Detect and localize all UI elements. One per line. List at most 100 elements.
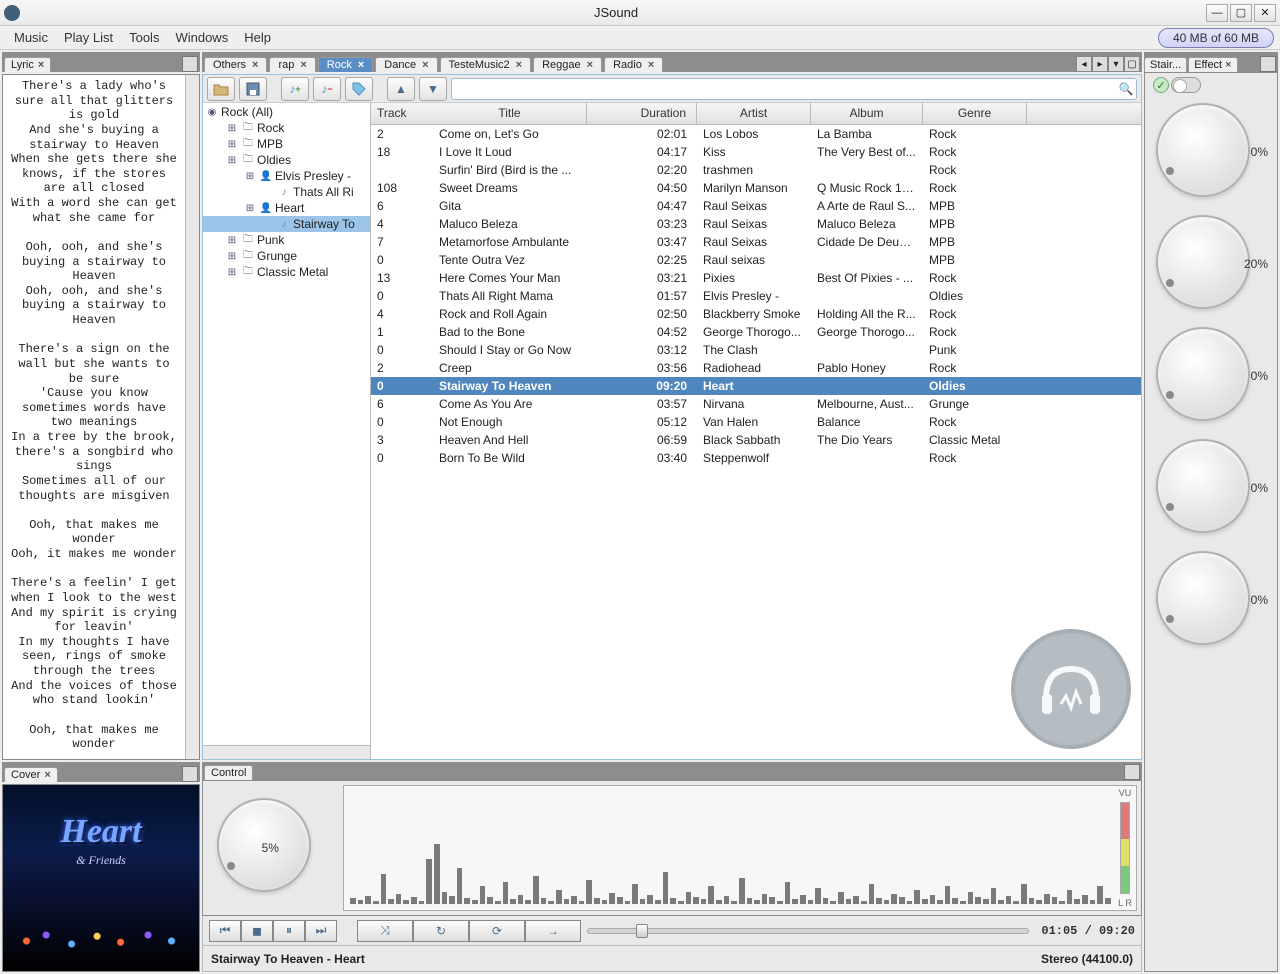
repeat-one-button[interactable]: ⟳ [469,920,525,942]
col-title[interactable]: Title [433,103,587,124]
table-row[interactable]: 1Bad to the Bone04:52George Thorogo...Ge… [371,323,1141,341]
table-row[interactable]: 3Heaven And Hell06:59Black SabbathThe Di… [371,431,1141,449]
close-button[interactable]: ✕ [1254,4,1276,22]
col-track[interactable]: Track [371,103,433,124]
col-duration[interactable]: Duration [587,103,697,124]
repeat-button[interactable]: ↻ [413,920,469,942]
tab-scroll-button[interactable]: ▸ [1092,56,1108,72]
table-row[interactable]: 0Not Enough05:12Van HalenBalanceRock [371,413,1141,431]
dock-toggle-icon[interactable] [182,766,198,782]
minimize-button[interactable]: — [1206,4,1228,22]
col-album[interactable]: Album [811,103,923,124]
move-up-button[interactable]: ▲ [387,77,415,101]
table-row[interactable]: 2Come on, Let's Go02:01Los LobosLa Bamba… [371,125,1141,143]
effects-switch[interactable] [1171,77,1201,93]
maximize-button[interactable]: ▢ [1230,4,1252,22]
close-icon[interactable]: × [516,59,522,71]
table-row[interactable]: 2Creep03:56RadioheadPablo HoneyRock [371,359,1141,377]
table-row[interactable]: 4Maluco Beleza03:23Raul SeixasMaluco Bel… [371,215,1141,233]
tab-rap[interactable]: rap× [269,57,315,72]
tab-scroll-button[interactable]: ▢ [1124,56,1140,72]
search-field[interactable]: 🔍 [451,78,1137,100]
cover-tab[interactable]: Cover × [4,767,58,782]
pause-button[interactable]: ⏸ [273,920,305,942]
effect-knob[interactable]: 0% [1152,433,1270,545]
close-icon[interactable]: × [1225,59,1231,71]
table-row[interactable]: 6Gita04:47Raul SeixasA Arte de Raul S...… [371,197,1141,215]
tree-node[interactable]: ⊞🗀Grunge [203,248,370,264]
close-icon[interactable]: × [587,59,593,71]
table-row[interactable]: 18I Love It Loud04:17KissThe Very Best o… [371,143,1141,161]
dock-toggle-icon[interactable] [1124,764,1140,780]
col-artist[interactable]: Artist [697,103,811,124]
menu-windows[interactable]: Windows [167,27,236,48]
expand-icon[interactable] [261,217,275,231]
effect-knob[interactable]: 0% [1152,321,1270,433]
effect-knob[interactable]: 20% [1152,209,1270,321]
dock-toggle-icon[interactable] [1260,56,1276,72]
next-button[interactable]: ⏭ [305,920,337,942]
expand-icon[interactable]: ⊞ [243,201,257,215]
tab-radio[interactable]: Radio× [604,57,663,72]
table-row[interactable]: 7Metamorfose Ambulante03:47Raul SeixasCi… [371,233,1141,251]
tree-node[interactable]: ♪Thats All Ri [203,184,370,200]
effects-enable-check[interactable]: ✓ [1153,77,1169,93]
tab-rock[interactable]: Rock× [318,57,374,72]
tab-testemusic2[interactable]: TesteMusic2× [440,57,532,72]
table-row[interactable]: Surfin' Bird (Bird is the ...02:20trashm… [371,161,1141,179]
stop-button[interactable]: ◼ [241,920,273,942]
tree-node[interactable]: ⊞🗀Classic Metal [203,264,370,280]
search-input[interactable] [452,80,1116,98]
menu-help[interactable]: Help [236,27,279,48]
effect-knob[interactable]: 0% [1152,545,1270,657]
tab-reggae[interactable]: Reggae× [533,57,602,72]
expand-icon[interactable]: ⊞ [225,265,239,279]
menu-tools[interactable]: Tools [121,27,167,48]
table-row[interactable]: 0Born To Be Wild03:40SteppenwolfRock [371,449,1141,467]
control-tab[interactable]: Control [204,765,253,780]
effect-tab[interactable]: Effect× [1188,57,1237,72]
lyric-tab[interactable]: Lyric × [4,57,51,72]
table-row[interactable]: 108Sweet Dreams04:50Marilyn MansonQ Musi… [371,179,1141,197]
progress-slider[interactable] [587,928,1029,934]
add-note-button[interactable]: ♪+ [281,77,309,101]
scrollbar[interactable] [185,75,199,759]
effect-knob[interactable]: 0% [1152,97,1270,209]
table-row[interactable]: 6Come As You Are03:57NirvanaMelbourne, A… [371,395,1141,413]
close-icon[interactable]: × [300,59,306,71]
tree-node[interactable]: ⊞🗀MPB [203,136,370,152]
dock-toggle-icon[interactable] [182,56,198,72]
expand-icon[interactable]: ⊞ [225,249,239,263]
close-icon[interactable]: × [38,59,44,71]
open-folder-button[interactable] [207,77,235,101]
expand-icon[interactable]: ⊞ [225,121,239,135]
expand-icon[interactable] [261,185,275,199]
tree-node[interactable]: ♪Stairway To [203,216,370,232]
tree-node[interactable]: ⊞🗀Punk [203,232,370,248]
close-icon[interactable]: × [44,769,50,781]
genre-tree[interactable]: ◉ Rock (All) ⊞🗀Rock⊞🗀MPB⊞🗀Oldies⊞👤Elvis … [203,103,371,759]
tab-scroll-button[interactable]: ▾ [1108,56,1124,72]
table-row[interactable]: 0Should I Stay or Go Now03:12The ClashPu… [371,341,1141,359]
table-row[interactable]: 4Rock and Roll Again02:50Blackberry Smok… [371,305,1141,323]
shuffle-button[interactable]: ⤨ [357,920,413,942]
close-icon[interactable]: × [648,59,654,71]
table-row[interactable]: 0Stairway To Heaven09:20HeartOldies [371,377,1141,395]
continue-button[interactable]: → [525,920,581,942]
remove-note-button[interactable]: ♪− [313,77,341,101]
lyric-text[interactable]: There's a lady who's sure all that glitt… [3,75,185,759]
scrollbar[interactable] [203,745,370,759]
volume-knob[interactable]: 5% [207,785,337,911]
expand-icon[interactable]: ⊞ [225,137,239,151]
tree-node[interactable]: ⊞👤Elvis Presley - [203,168,370,184]
stair-tab[interactable]: Stair... [1144,57,1187,72]
tab-scroll-button[interactable]: ◂ [1076,56,1092,72]
tag-button[interactable] [345,77,373,101]
tab-dance[interactable]: Dance× [375,57,437,72]
close-icon[interactable]: × [358,59,364,71]
save-button[interactable] [239,77,267,101]
close-icon[interactable]: × [252,59,258,71]
menu-play-list[interactable]: Play List [56,27,121,48]
menu-music[interactable]: Music [6,27,56,48]
table-row[interactable]: 13Here Comes Your Man03:21PixiesBest Of … [371,269,1141,287]
